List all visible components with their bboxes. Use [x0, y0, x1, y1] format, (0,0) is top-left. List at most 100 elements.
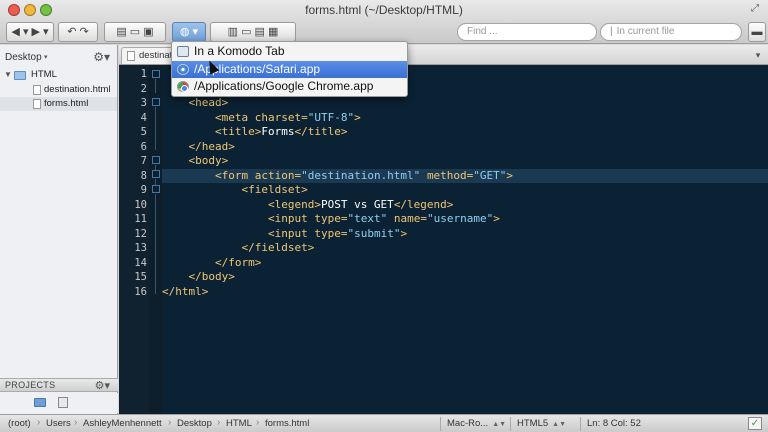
cursor-position: Ln: 8 Col: 52: [580, 417, 641, 431]
line-number: 13: [134, 242, 147, 254]
breadcrumb-file[interactable]: forms.html: [265, 418, 309, 429]
fold-toggle-icon[interactable]: [152, 70, 160, 78]
projects-toolbar: [0, 393, 118, 413]
fold-toggle-icon[interactable]: [152, 170, 160, 178]
code-line: <fieldset>: [241, 183, 308, 196]
komodo-window: forms.html (~/Desktop/HTML) ⤢ ◀ ▾ ▶ ▾ ↶ …: [0, 0, 768, 432]
code-line: <meta charset="UTF-8">: [214, 110, 361, 124]
places-header: Desktop ▾ ⚙▾: [0, 50, 118, 66]
disclosure-triangle-icon[interactable]: ▼: [4, 68, 12, 82]
chevron-left-icon: |: [610, 26, 613, 37]
code-line: <head>: [188, 96, 229, 109]
line-number: 4: [140, 111, 147, 124]
search-scope-select[interactable]: | In current file: [600, 23, 742, 41]
file-icon: [33, 85, 41, 95]
code-line: <input type="submit">: [267, 226, 408, 240]
chevron-down-icon: ▾: [44, 54, 48, 61]
title-bar: forms.html (~/Desktop/HTML) ⤢ ◀ ▾ ▶ ▾ ↶ …: [0, 0, 768, 44]
fold-toggle-icon[interactable]: [152, 185, 160, 193]
updown-arrows-icon: ▲▼: [492, 421, 507, 428]
new-project-icon[interactable]: [58, 397, 68, 408]
tab-list-icon[interactable]: ▾: [751, 48, 765, 62]
close-window-button[interactable]: [8, 4, 20, 16]
breadcrumb-root[interactable]: (root): [8, 418, 31, 429]
current-code-line: <form action="destination.html" method="…: [162, 168, 768, 183]
file-icon: [33, 99, 41, 109]
line-number: 5: [140, 126, 147, 138]
folder-icon[interactable]: ▬: [748, 22, 766, 42]
find-input[interactable]: Find ...: [457, 23, 597, 41]
line-number: 3: [140, 97, 147, 109]
chevron-right-icon: ›: [217, 417, 221, 428]
syntax-check-icon[interactable]: ✓: [748, 417, 762, 430]
preview-browser-button[interactable]: ◍ ▾: [172, 22, 206, 42]
fold-guide: [155, 107, 156, 150]
line-number-gutter: 1 2 3 4 5 6 7 8 9 10 11 12 13 14 15 16: [119, 65, 149, 414]
undo-redo-button[interactable]: ↶ ↷: [58, 22, 98, 42]
fold-guide: [155, 194, 156, 294]
chevron-right-icon: ›: [168, 417, 172, 428]
gear-icon[interactable]: ⚙▾: [93, 50, 110, 64]
code-editor[interactable]: <head> <meta charset="UTF-8"> <title>For…: [162, 65, 768, 414]
tree-item-forms-html[interactable]: forms.html: [0, 97, 117, 111]
chevron-right-icon: ›: [74, 417, 78, 428]
chrome-icon: [177, 81, 189, 92]
status-bar: (root) › Users › AshleyMenhennett › Desk…: [0, 414, 768, 432]
line-number: 9: [140, 184, 147, 196]
code-line: </body>: [188, 270, 235, 283]
code-line: <title>Forms</title>: [214, 125, 348, 138]
pane-toggle-buttons[interactable]: ▥ ▭ ▤ ▦: [210, 22, 296, 42]
places-sidebar: Desktop ▾ ⚙▾ ▼ HTML destination.html for…: [0, 45, 118, 414]
code-line: <input type="text" name="username">: [267, 212, 500, 225]
layout-panes-icon: ▥ ▭ ▤ ▦: [227, 26, 279, 38]
breadcrumb-users[interactable]: Users: [46, 418, 71, 429]
code-line: </head>: [188, 139, 235, 153]
zoom-window-button[interactable]: [40, 4, 52, 16]
projects-header: PROJECTS ⚙▾: [0, 378, 118, 392]
line-number: 12: [134, 227, 147, 240]
line-number: 16: [134, 285, 147, 298]
line-number: 10: [134, 198, 147, 211]
line-endings-select[interactable]: Mac-Ro... ▲▼: [440, 417, 506, 431]
minimize-window-button[interactable]: [24, 4, 36, 16]
preview-browser-menu: In a Komodo Tab /Applications/Safari.app…: [171, 41, 408, 97]
tree-item-html-folder[interactable]: ▼ HTML: [0, 68, 117, 82]
chevron-right-icon: ›: [37, 417, 41, 428]
updown-arrows-icon: ▲▼: [552, 421, 567, 428]
safari-icon: [177, 63, 189, 75]
folder-icon: [14, 71, 26, 80]
fold-toggle-icon[interactable]: [152, 98, 160, 106]
open-project-icon[interactable]: [34, 398, 46, 407]
komodo-tab-icon: [177, 46, 189, 57]
code-line: </fieldset>: [241, 241, 315, 254]
menu-item-chrome[interactable]: /Applications/Google Chrome.app: [172, 78, 407, 96]
line-number: 14: [134, 256, 147, 269]
breadcrumb-html[interactable]: HTML: [226, 418, 252, 429]
line-number: 15: [134, 271, 147, 283]
line-number: 2: [140, 82, 147, 95]
code-line: </html>: [162, 284, 209, 298]
line-number: 6: [140, 140, 147, 153]
back-forward-button[interactable]: ◀ ▾ ▶ ▾: [6, 22, 54, 42]
chevron-right-icon: ›: [256, 417, 260, 428]
places-location-select[interactable]: Desktop: [5, 52, 42, 63]
code-line: <legend>POST vs GET</legend>: [267, 197, 454, 211]
menu-item-komodo-tab[interactable]: In a Komodo Tab: [172, 43, 407, 61]
line-number: 7: [140, 155, 147, 167]
language-select[interactable]: HTML5 ▲▼: [510, 417, 566, 431]
gear-icon[interactable]: ⚙▾: [95, 379, 110, 392]
fold-guide: [155, 79, 156, 93]
line-number: 8: [140, 169, 147, 182]
breadcrumb-home[interactable]: AshleyMenhennett: [83, 418, 162, 429]
line-number: 1: [140, 68, 147, 80]
new-open-save-buttons[interactable]: ▤ ▭ ▣: [104, 22, 166, 42]
fullscreen-icon[interactable]: ⤢: [748, 2, 762, 16]
code-line: </form>: [214, 255, 262, 269]
window-title: forms.html (~/Desktop/HTML): [305, 3, 463, 17]
breadcrumb-desktop[interactable]: Desktop: [177, 418, 212, 429]
globe-icon: ◍ ▾: [179, 26, 199, 38]
code-line: <body>: [188, 154, 229, 167]
file-icon: [127, 51, 135, 61]
fold-toggle-icon[interactable]: [152, 156, 160, 164]
tree-item-destination-html[interactable]: destination.html: [0, 83, 117, 97]
